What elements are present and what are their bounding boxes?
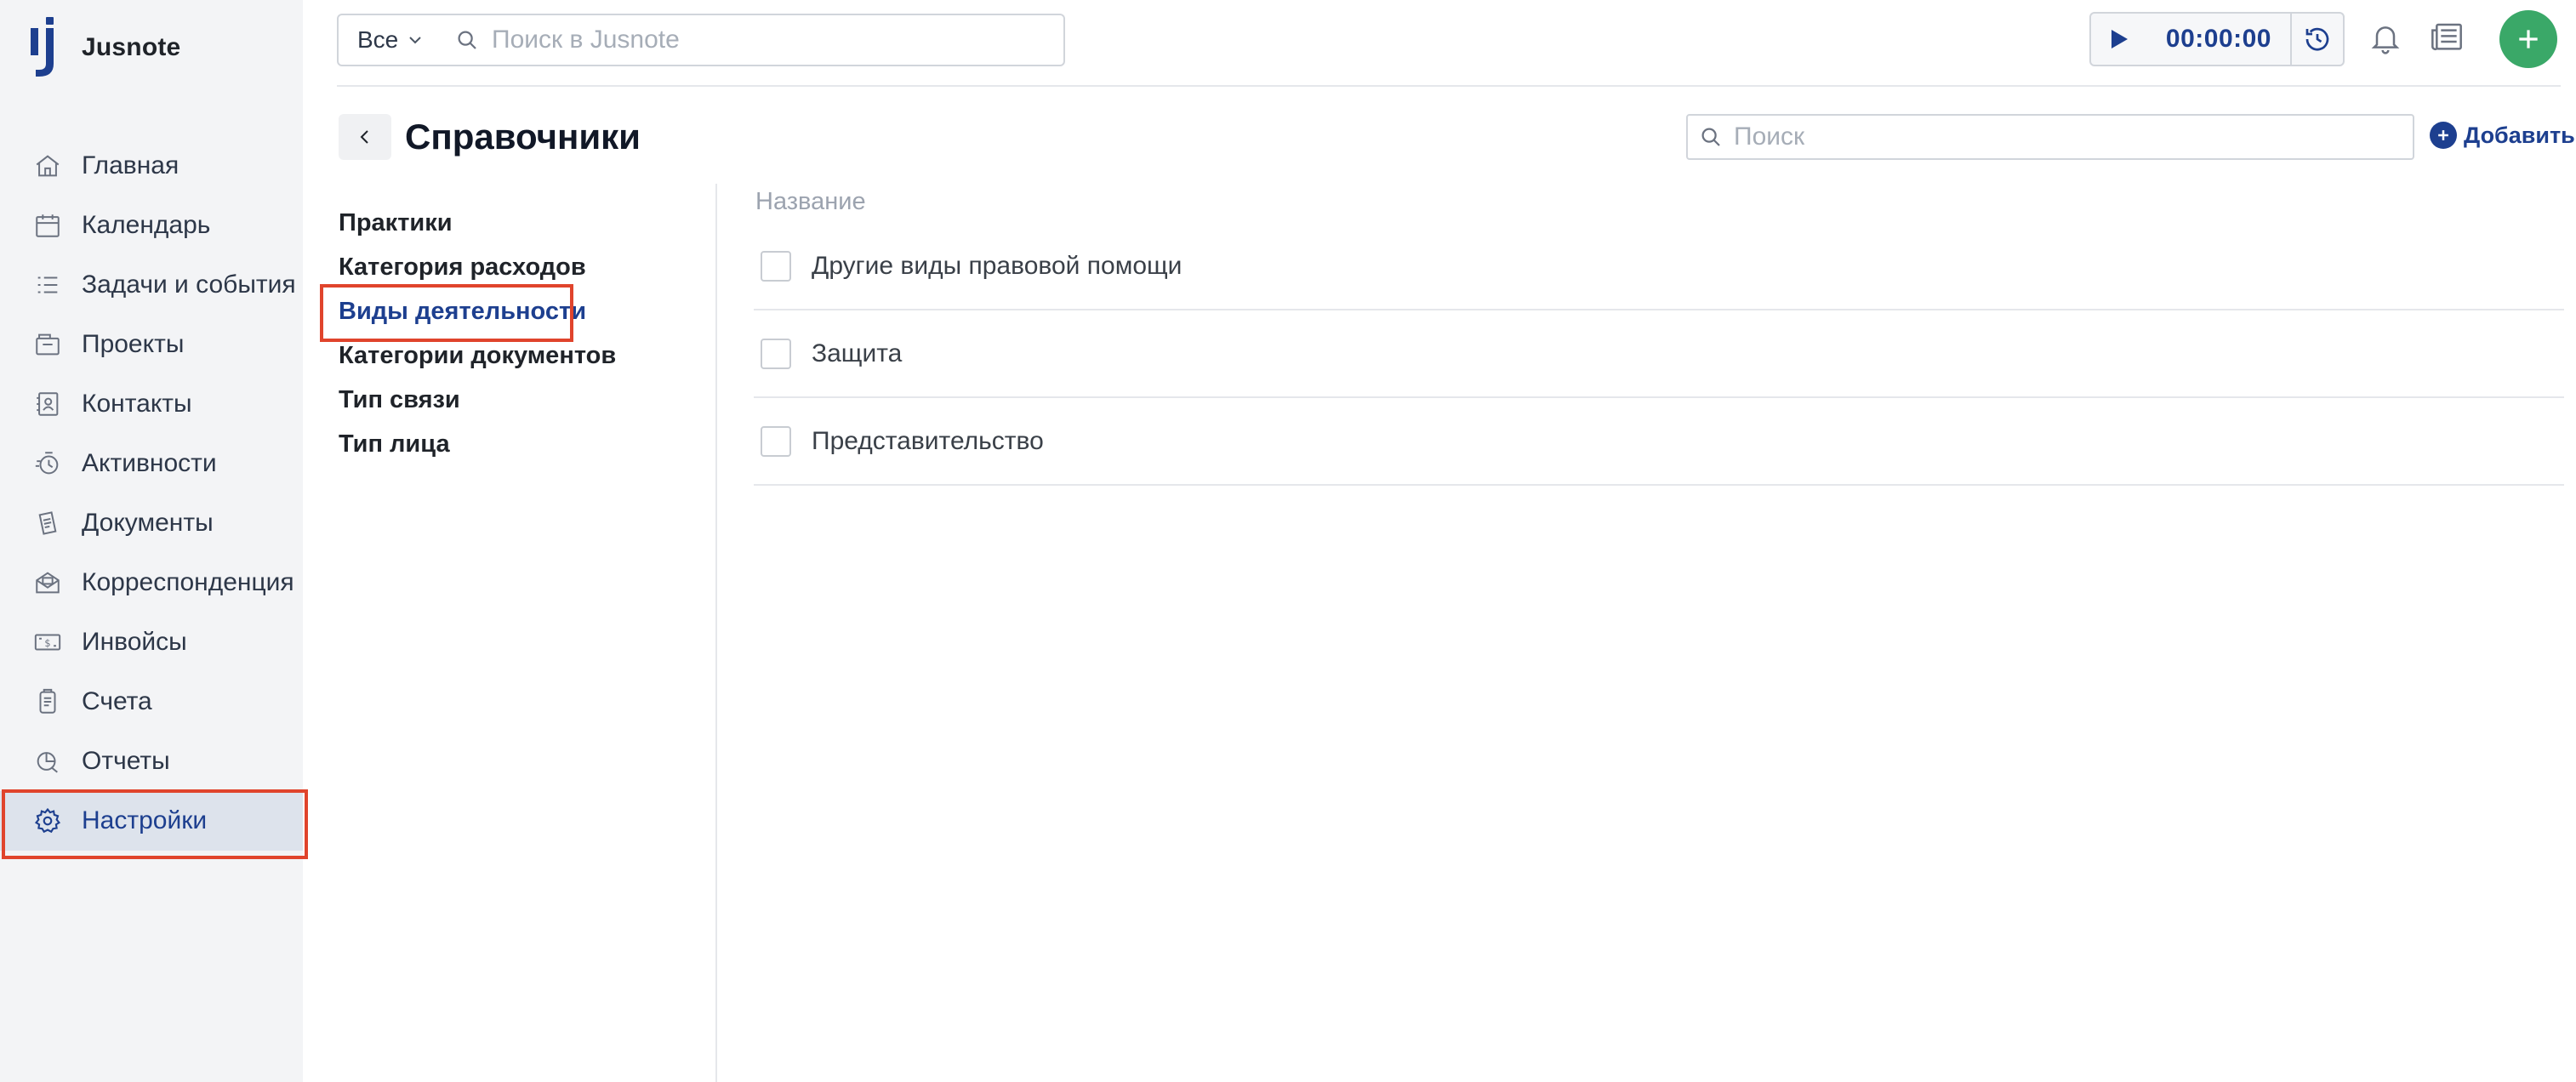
scope-select[interactable]: Все xyxy=(337,14,446,66)
reports-icon xyxy=(32,746,63,777)
dictionary-item-relation-type[interactable]: Тип связи xyxy=(339,378,696,422)
dictionary-item-document-categories[interactable]: Категории документов xyxy=(339,333,696,378)
sidebar-item-accounts[interactable]: Счета xyxy=(0,672,303,732)
sidebar-item-contacts[interactable]: Контакты xyxy=(0,374,303,434)
dictionary-item-practices[interactable]: Практики xyxy=(339,201,696,245)
plus-icon xyxy=(2519,30,2538,48)
row-name: Представительство xyxy=(812,426,1044,455)
scope-select-value: Все xyxy=(357,26,399,53)
calendar-icon xyxy=(32,210,63,241)
dictionary-item-person-type[interactable]: Тип лица xyxy=(339,422,696,466)
table-row[interactable]: Другие виды правовой помощи xyxy=(754,223,2564,310)
dictionary-item-expense-categories[interactable]: Категория расходов xyxy=(339,245,696,289)
notifications-button[interactable] xyxy=(2365,17,2406,58)
brand[interactable]: Jusnote xyxy=(27,17,180,78)
dictionary-item-activity-types[interactable]: Виды деятельности xyxy=(320,284,696,342)
row-checkbox[interactable] xyxy=(761,250,791,282)
sidebar-item-label: Проекты xyxy=(82,330,185,358)
plus-circle-icon xyxy=(2430,122,2457,149)
search-icon xyxy=(458,31,476,49)
global-search[interactable] xyxy=(444,14,1065,66)
activity-types-table: Название Другие виды правовой помощи Защ… xyxy=(754,180,2564,486)
brand-name: Jusnote xyxy=(82,33,181,61)
sidebar-item-label: Корреспонденция xyxy=(82,568,294,596)
page-title: Справочники xyxy=(405,117,641,157)
dictionary-list: Практики Категория расходов Виды деятель… xyxy=(320,201,696,466)
sidebar-item-settings[interactable]: Настройки xyxy=(0,789,308,859)
contacts-icon xyxy=(32,389,63,419)
sidebar-item-label: Контакты xyxy=(82,390,192,418)
global-search-input[interactable] xyxy=(490,25,1034,55)
back-button[interactable] xyxy=(339,114,391,160)
home-icon xyxy=(32,151,63,181)
sidebar-item-label: Отчеты xyxy=(82,747,170,775)
dictionary-search[interactable] xyxy=(1686,114,2414,160)
topbar-divider xyxy=(337,85,2561,87)
invoice-icon: $ xyxy=(32,627,63,658)
chevron-left-icon xyxy=(360,130,368,144)
time-tracker: 00:00:00 xyxy=(2089,12,2345,66)
column-divider xyxy=(715,184,717,1082)
sidebar-nav: Главная Календарь Задачи и события Проек… xyxy=(0,136,308,859)
sidebar: Jusnote Главная Календарь Задачи и событ… xyxy=(0,0,308,1082)
activity-icon xyxy=(32,448,63,479)
row-checkbox[interactable] xyxy=(761,338,791,369)
sidebar-item-label: Календарь xyxy=(82,211,211,239)
projects-icon xyxy=(32,329,63,360)
table-row[interactable]: Защита xyxy=(754,310,2564,398)
sidebar-item-home[interactable]: Главная xyxy=(0,136,303,196)
row-name: Защита xyxy=(812,339,903,367)
sidebar-item-label: Активности xyxy=(82,449,217,477)
tasks-icon xyxy=(32,270,63,300)
column-header-name[interactable]: Название xyxy=(754,180,2564,223)
sidebar-item-invoices[interactable]: $ Инвойсы xyxy=(0,612,303,672)
sidebar-item-tasks[interactable]: Задачи и события xyxy=(0,255,303,315)
sidebar-item-label: Задачи и события xyxy=(82,270,296,299)
bell-icon xyxy=(2371,26,2400,54)
quick-add-button[interactable] xyxy=(2499,10,2557,68)
svg-text:$: $ xyxy=(44,637,50,649)
sidebar-item-documents[interactable]: Документы xyxy=(0,493,303,553)
sidebar-item-calendar[interactable]: Календарь xyxy=(0,196,303,255)
sidebar-item-label: Счета xyxy=(82,687,152,715)
accounts-icon xyxy=(32,686,63,717)
sidebar-item-correspondence[interactable]: Корреспонденция xyxy=(0,553,303,612)
sidebar-item-label: Инвойсы xyxy=(82,628,187,656)
correspondence-icon xyxy=(32,567,63,598)
timer-history-button[interactable] xyxy=(2290,14,2343,65)
table-row[interactable]: Представительство xyxy=(754,398,2564,486)
row-checkbox[interactable] xyxy=(761,425,791,457)
news-button[interactable] xyxy=(2426,17,2467,58)
timer-value: 00:00:00 xyxy=(2165,25,2271,53)
add-button[interactable]: Добавить xyxy=(2430,122,2575,149)
search-icon xyxy=(1701,128,1720,146)
chevron-down-icon xyxy=(409,37,421,44)
history-icon xyxy=(2305,27,2329,51)
sidebar-item-label: Главная xyxy=(82,151,180,179)
sidebar-item-label: Документы xyxy=(82,509,214,537)
dictionary-search-input[interactable] xyxy=(1732,122,2396,152)
documents-icon xyxy=(32,508,63,538)
news-icon xyxy=(2431,23,2462,51)
add-button-label: Добавить xyxy=(2464,122,2575,148)
play-button[interactable] xyxy=(2100,14,2139,65)
sidebar-item-label: Настройки xyxy=(82,806,208,834)
row-name: Другие виды правовой помощи xyxy=(812,251,1183,280)
sidebar-item-reports[interactable]: Отчеты xyxy=(0,732,303,791)
sidebar-item-activities[interactable]: Активности xyxy=(0,434,303,493)
jusnote-logo-icon xyxy=(31,17,54,77)
sidebar-item-projects[interactable]: Проекты xyxy=(0,315,303,374)
play-icon xyxy=(2112,30,2128,48)
gear-icon xyxy=(32,806,63,836)
